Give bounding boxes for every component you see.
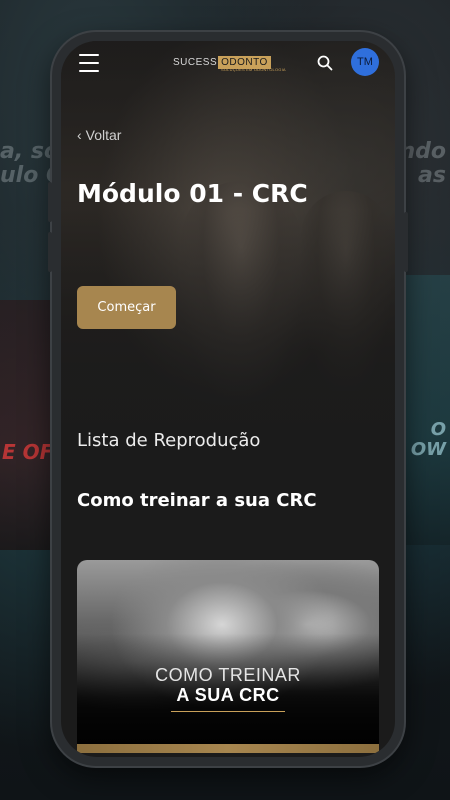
background-card-left xyxy=(0,300,54,550)
search-icon[interactable] xyxy=(317,55,333,71)
lesson-card-accent-bar xyxy=(77,744,379,753)
thumbnail-caption-line1: COMO TREINAR xyxy=(155,665,301,685)
user-avatar[interactable]: TM xyxy=(351,48,379,76)
logo-subtitle: SOLUÇÕES EM ODONTOLOGIA xyxy=(221,67,286,72)
back-link-label: Voltar xyxy=(85,127,122,143)
top-bar: SUCESS ODONTO SOLUÇÕES EM ODONTOLOGIA TM xyxy=(61,41,395,97)
lesson-title: Como treinar a sua CRC xyxy=(77,490,317,511)
phone-frame: SUCESS ODONTO SOLUÇÕES EM ODONTOLOGIA TM… xyxy=(48,32,408,766)
thumbnail-caption-line2: A SUA CRC xyxy=(176,685,280,705)
back-link[interactable]: ‹ Voltar xyxy=(77,127,121,143)
hamburger-menu-icon[interactable] xyxy=(79,54,99,72)
chevron-left-icon: ‹ xyxy=(77,127,82,143)
lesson-card[interactable]: COMO TREINAR A SUA CRC xyxy=(77,560,379,753)
phone-volume-up-button xyxy=(48,182,52,222)
thumbnail-underline xyxy=(171,711,285,712)
module-title: Módulo 01 - CRC xyxy=(77,179,308,208)
start-button[interactable]: Começar xyxy=(77,286,176,329)
hero-image xyxy=(61,41,395,461)
background-card-right xyxy=(400,275,450,545)
lesson-thumbnail-overlay xyxy=(77,560,379,744)
phone-power-button xyxy=(404,212,408,272)
phone-volume-down-button xyxy=(48,232,52,272)
hero-overlay xyxy=(61,41,395,461)
background-card-right-text: O OW xyxy=(410,419,446,460)
background-card-left-text: E OF xyxy=(2,440,54,464)
logo-text-primary: SUCESS xyxy=(173,56,218,68)
phone-screen: SUCESS ODONTO SOLUÇÕES EM ODONTOLOGIA TM… xyxy=(61,41,395,757)
playlist-heading: Lista de Reprodução xyxy=(77,430,261,451)
